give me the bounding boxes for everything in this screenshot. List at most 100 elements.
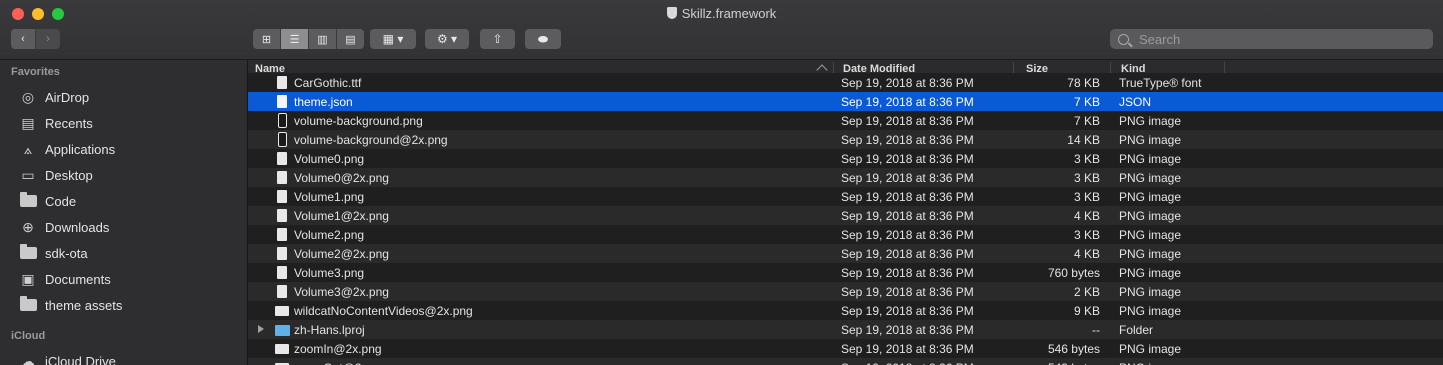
list-view-button[interactable]: ☰: [281, 29, 309, 49]
file-date-modified: Sep 19, 2018 at 8:36 PM: [841, 151, 974, 166]
file-row[interactable]: Volume2.png Sep 19, 2018 at 8:36 PM 3 KB PN…: [248, 225, 1443, 244]
sidebar-item-theme-assets[interactable]: theme assets: [0, 292, 247, 318]
folder-icon: [19, 296, 37, 313]
search-icon: [1118, 33, 1129, 45]
finder-window: Skillz.framework ‹ › ⊞ ☰ ▥ ▤ ▦ ▾ ⚙ ▾ ⇧ ⬬…: [0, 0, 1443, 365]
desktop-icon: ▭: [21, 166, 35, 183]
gallery-view-icon: ▤: [345, 33, 356, 46]
sidebar-item-airdrop[interactable]: ◎ AirDrop: [0, 84, 247, 110]
sidebar-item-applications[interactable]: ⟑ Applications: [0, 136, 247, 162]
edit-tags-button[interactable]: ⬬: [525, 29, 561, 49]
navigation-buttons: ‹ ›: [11, 29, 60, 49]
file-icon: [277, 190, 287, 203]
file-kind: PNG image: [1119, 303, 1182, 318]
search-field[interactable]: [1110, 29, 1433, 49]
file-kind: PNG image: [1119, 227, 1182, 242]
back-button[interactable]: ‹: [11, 29, 36, 49]
file-name: Volume2@2x.png: [294, 246, 389, 261]
file-date-modified: Sep 19, 2018 at 8:36 PM: [841, 303, 974, 318]
shield-icon: [666, 7, 677, 19]
file-name: Volume3.png: [294, 265, 365, 280]
file-kind: PNG image: [1119, 361, 1181, 365]
file-size: 3 KB: [1073, 227, 1100, 242]
file-date-modified: Sep 19, 2018 at 8:36 PM: [841, 208, 974, 223]
sidebar-section-icloud: iCloud: [11, 330, 46, 342]
file-size: 7 KB: [1073, 113, 1100, 128]
airdrop-icon: ◎: [21, 88, 35, 105]
window-title: Skillz.framework: [0, 6, 1443, 21]
group-icon: ▦ ▾: [382, 32, 404, 46]
file-row[interactable]: Volume0.png Sep 19, 2018 at 8:36 PM 3 KB PN…: [248, 149, 1443, 168]
action-menu-button[interactable]: ⚙ ▾: [425, 29, 469, 49]
file-row[interactable]: zoomIn@2x.png Sep 19, 2018 at 8:36 PM 546 …: [248, 339, 1443, 358]
file-date-modified: Sep 19, 2018 at 8:36 PM: [841, 75, 974, 90]
file-row[interactable]: wildcatNoContentVideos@2x.png Sep 19, 201…: [248, 301, 1443, 320]
sidebar: Favorites ◎ AirDrop ▤ Recents ⟑ Application…: [0, 60, 248, 365]
list-view-icon: ☰: [289, 33, 300, 46]
file-icon: [277, 228, 287, 241]
file-kind: PNG image: [1119, 113, 1182, 128]
group-by-button[interactable]: ▦ ▾: [370, 29, 416, 49]
file-name: theme.json: [294, 94, 353, 109]
file-size: 2 KB: [1073, 284, 1100, 299]
chevron-right-icon: ›: [46, 33, 50, 45]
file-kind: PNG image: [1119, 132, 1182, 147]
file-row[interactable]: zh-Hans.lproj Sep 19, 2018 at 8:36 PM -- Fo…: [248, 320, 1443, 339]
file-row[interactable]: Volume3@2x.png Sep 19, 2018 at 8:36 PM 2 K…: [248, 282, 1443, 301]
applications-icon: ⟑: [23, 140, 33, 157]
sidebar-item-code[interactable]: Code: [0, 188, 247, 214]
file-date-modified: Sep 19, 2018 at 8:36 PM: [841, 189, 974, 204]
recents-icon: ▤: [21, 114, 35, 131]
file-row[interactable]: Volume2@2x.png Sep 19, 2018 at 8:36 PM 4 K…: [248, 244, 1443, 263]
search-input[interactable]: [1137, 30, 1421, 48]
sidebar-item-documents[interactable]: ▣ Documents: [0, 266, 247, 292]
folder-icon: [19, 244, 37, 261]
file-row[interactable]: volume-background.png Sep 19, 2018 at 8:3…: [248, 111, 1443, 130]
cloud-icon: ☁: [21, 352, 35, 365]
file-name: Volume0.png: [294, 151, 365, 166]
disclosure-triangle-icon[interactable]: [258, 325, 264, 333]
file-name: wildcatNoContentVideos@2x.png: [294, 303, 473, 318]
file-row[interactable]: Volume1.png Sep 19, 2018 at 8:36 PM 3 KB PN…: [248, 187, 1443, 206]
file-row[interactable]: theme.json Sep 19, 2018 at 8:36 PM 7 KB JSO…: [248, 92, 1443, 111]
file-date-modified: Sep 19, 2018 at 8:36 PM: [841, 284, 974, 299]
file-size: --: [1092, 322, 1100, 337]
file-date-modified: Sep 19, 2018 at 8:36 PM: [841, 170, 974, 185]
share-icon: ⇧: [492, 32, 503, 46]
sidebar-item-recents[interactable]: ▤ Recents: [0, 110, 247, 136]
file-date-modified: Sep 19, 2018 at 8:36 PM: [841, 361, 974, 365]
chevron-left-icon: ‹: [21, 33, 25, 45]
folder-icon: [19, 192, 37, 209]
gallery-view-button[interactable]: ▤: [337, 29, 364, 49]
file-icon: [277, 285, 287, 298]
file-row[interactable]: volume-background@2x.png Sep 19, 2018 at …: [248, 130, 1443, 149]
file-kind: PNG image: [1119, 151, 1182, 166]
file-row[interactable]: Volume0@2x.png Sep 19, 2018 at 8:36 PM 3 K…: [248, 168, 1443, 187]
sidebar-item-desktop[interactable]: ▭ Desktop: [0, 162, 247, 188]
file-size: 7 KB: [1073, 94, 1100, 109]
file-size: 14 KB: [1067, 132, 1100, 147]
file-size: 3 KB: [1073, 170, 1100, 185]
file-row[interactable]: Volume3.png Sep 19, 2018 at 8:36 PM 760 by…: [248, 263, 1443, 282]
sidebar-item-icloud-drive[interactable]: ☁ iCloud Drive: [0, 348, 247, 365]
file-date-modified: Sep 19, 2018 at 8:36 PM: [841, 246, 974, 261]
tag-icon: ⬬: [537, 31, 549, 46]
share-button[interactable]: ⇧: [480, 29, 515, 49]
file-date-modified: Sep 19, 2018 at 8:36 PM: [841, 113, 974, 128]
column-view-button[interactable]: ▥: [309, 29, 337, 49]
file-kind: PNG image: [1119, 170, 1182, 185]
file-icon: [278, 113, 287, 128]
forward-button[interactable]: ›: [36, 29, 60, 49]
file-rows: CarGothic.ttf Sep 19, 2018 at 8:36 PM 78 K…: [248, 73, 1443, 365]
icon-view-button[interactable]: ⊞: [253, 29, 281, 49]
sidebar-item-sdk-ota[interactable]: sdk-ota: [0, 240, 247, 266]
file-name: volume-background.png: [294, 113, 423, 128]
file-kind: TrueType® font: [1119, 75, 1202, 90]
file-row[interactable]: Volume1@2x.png Sep 19, 2018 at 8:36 PM 4 K…: [248, 206, 1443, 225]
file-kind: PNG image: [1119, 208, 1182, 223]
file-row[interactable]: CarGothic.ttf Sep 19, 2018 at 8:36 PM 78 K…: [248, 73, 1443, 92]
file-name: Volume1@2x.png: [294, 208, 389, 223]
file-row[interactable]: zoomOut@2x.png Sep 19, 2018 at 8:36 PM 543…: [248, 358, 1443, 365]
file-icon: [277, 171, 287, 184]
sidebar-item-downloads[interactable]: ⊕ Downloads: [0, 214, 247, 240]
